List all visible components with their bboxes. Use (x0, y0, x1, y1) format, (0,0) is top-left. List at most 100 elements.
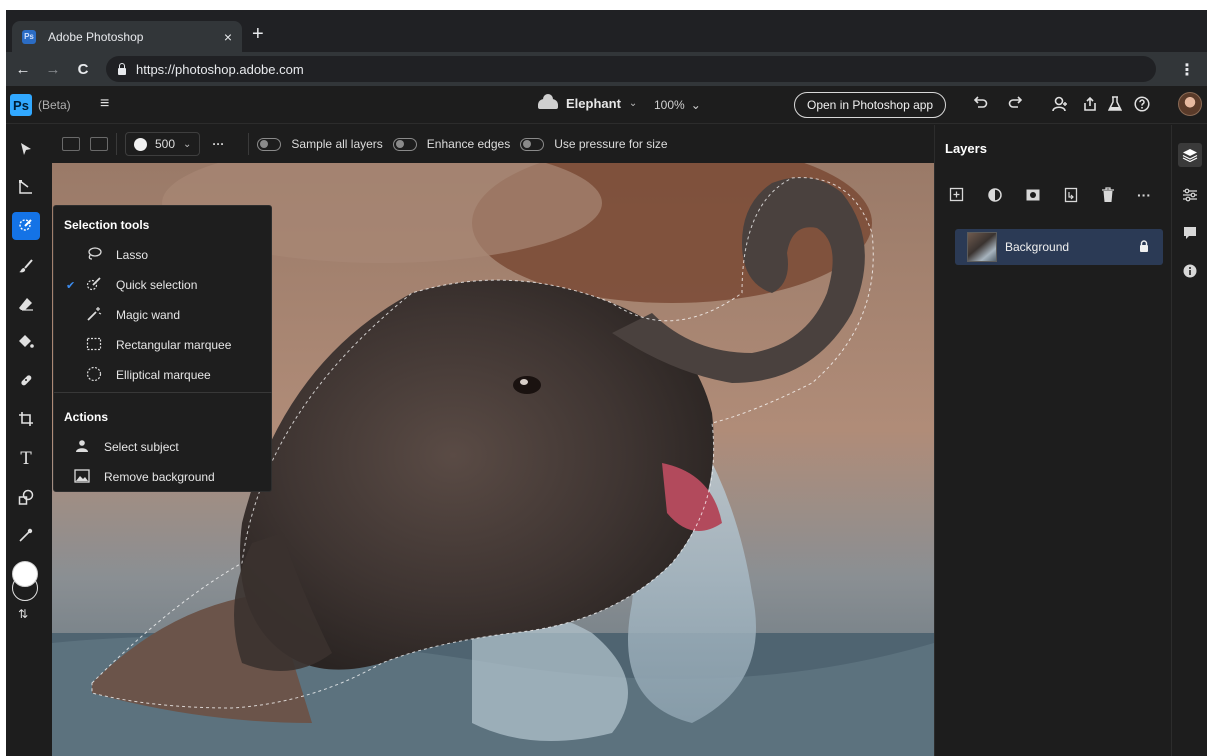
open-in-photoshop-app-button[interactable]: Open in Photoshop app (794, 92, 947, 118)
menu-item-select-subject[interactable]: Select subject (54, 434, 272, 460)
zoom-level: 100% (654, 98, 685, 112)
selection-mode-subtract-icon[interactable] (90, 137, 108, 151)
new-tab-button[interactable]: + (252, 24, 264, 44)
chevron-down-icon: ⌄ (183, 138, 192, 150)
eraser-tool-icon[interactable] (12, 290, 40, 318)
brush-size-dropdown[interactable]: 500 ⌄ (125, 132, 201, 156)
eyedropper-tool-icon[interactable] (12, 521, 40, 549)
menu-item-quick-selection[interactable]: ✔ Quick selection (54, 272, 272, 298)
delete-icon[interactable] (1101, 187, 1115, 206)
app-header: Ps (Beta) ≡ Elephant ⌄ 100% ⌄ Open in Ph… (6, 86, 1207, 124)
browser-tab-strip: Ps Adobe Photoshop × + (6, 10, 1207, 52)
healing-tool-icon[interactable] (12, 366, 40, 394)
rectangular-marquee-icon (86, 337, 102, 354)
magic-wand-icon (86, 306, 102, 325)
swap-colors-icon[interactable]: ⇅ (18, 607, 28, 621)
beta-badge: (Beta) (38, 98, 71, 112)
move-tool-icon[interactable] (12, 135, 40, 163)
brush-tool-icon[interactable] (12, 252, 40, 280)
selection-tools-heading: Selection tools (64, 218, 150, 232)
tab-title: Adobe Photoshop (48, 29, 144, 44)
forward-button[interactable]: → (40, 61, 66, 78)
foreground-color-swatch[interactable] (12, 561, 38, 587)
url-text: https://photoshop.adobe.com (136, 61, 304, 77)
back-button[interactable]: ← (10, 61, 36, 78)
use-pressure-for-size-toggle[interactable]: Use pressure for size (520, 137, 668, 151)
divider (54, 392, 272, 393)
quick-selection-icon (86, 276, 102, 295)
more-icon[interactable]: ··· (1137, 187, 1151, 206)
avatar[interactable] (1178, 92, 1202, 116)
selection-mode-new-icon[interactable] (62, 137, 80, 151)
photoshop-web-window: Ps Adobe Photoshop × + ← → C https://pho… (6, 10, 1207, 756)
more-options-icon[interactable]: ··· (212, 137, 224, 151)
menu-item-label: Quick selection (116, 278, 198, 292)
photoshop-logo: Ps (10, 94, 32, 116)
document-switcher[interactable]: Elephant ⌄ (538, 93, 637, 111)
undo-icon[interactable] (972, 96, 988, 114)
toggle-switch[interactable] (257, 137, 282, 151)
crop-tool-icon[interactable] (12, 405, 40, 433)
type-tool-icon[interactable]: T (12, 445, 40, 473)
browser-tab[interactable]: Ps Adobe Photoshop × (12, 21, 242, 52)
brush-size-icon (134, 137, 147, 151)
menu-item-elliptical-marquee[interactable]: Elliptical marquee (54, 362, 272, 388)
adjustment-icon[interactable] (987, 187, 1003, 206)
lasso-icon (86, 246, 102, 264)
actions-heading: Actions (64, 410, 109, 424)
adjustments-panel-icon[interactable] (1178, 183, 1202, 207)
transform-tool-icon[interactable] (12, 173, 40, 201)
shape-tool-icon[interactable] (12, 483, 40, 511)
sample-all-layers-toggle[interactable]: Sample all layers (257, 137, 383, 151)
reload-button[interactable]: C (70, 61, 96, 78)
document-name: Elephant (566, 96, 621, 111)
mask-icon[interactable] (1025, 187, 1041, 206)
help-icon[interactable] (1134, 96, 1150, 116)
menu-item-rectangular-marquee[interactable]: Rectangular marquee (54, 332, 272, 358)
menu-item-label: Magic wand (116, 308, 181, 322)
main-menu-icon[interactable]: ≡ (100, 95, 109, 113)
toggle-label: Use pressure for size (554, 137, 668, 151)
tab-close-icon[interactable]: × (224, 29, 232, 45)
menu-item-label: Remove background (104, 470, 215, 484)
toggle-switch[interactable] (392, 137, 417, 151)
comments-panel-icon[interactable] (1178, 221, 1202, 245)
menu-item-label: Lasso (116, 248, 149, 262)
menu-item-magic-wand[interactable]: Magic wand (54, 302, 272, 328)
add-layer-icon[interactable] (949, 187, 965, 206)
layer-actions-bar: ··· (949, 187, 1151, 206)
redo-icon[interactable] (1008, 96, 1024, 114)
share-icon[interactable] (1082, 96, 1098, 116)
url-field[interactable]: https://photoshop.adobe.com (106, 56, 1156, 82)
beaker-icon[interactable] (1107, 96, 1123, 116)
layer-thumbnail (967, 232, 997, 262)
enhance-edges-toggle[interactable]: Enhance edges (392, 137, 511, 151)
menu-item-lasso[interactable]: Lasso (54, 242, 272, 268)
menu-item-label: Rectangular marquee (116, 338, 232, 352)
cloud-icon (538, 93, 558, 109)
zoom-dropdown[interactable]: 100% ⌄ (654, 98, 701, 112)
paint-bucket-tool-icon[interactable] (12, 328, 40, 356)
divider (248, 133, 250, 155)
layers-panel-icon[interactable] (1178, 143, 1202, 167)
toggle-switch[interactable] (520, 137, 545, 151)
elliptical-marquee-icon (86, 366, 102, 385)
lock-icon (118, 62, 126, 75)
browser-menu-icon[interactable]: ⋮ (1179, 60, 1195, 80)
lock-icon[interactable] (1139, 239, 1149, 255)
info-panel-icon[interactable] (1178, 259, 1202, 283)
toggle-label: Enhance edges (426, 137, 511, 151)
selection-tools-flyout: Selection tools Lasso ✔ Quick selection … (53, 205, 272, 492)
menu-item-remove-background[interactable]: Remove background (54, 464, 272, 490)
layers-panel-title: Layers (945, 141, 987, 156)
photoshop-favicon-icon: Ps (22, 29, 36, 44)
layer-name: Background (1005, 240, 1070, 254)
chevron-down-icon: ⌄ (690, 98, 701, 112)
invite-icon[interactable] (1052, 96, 1068, 116)
browser-address-bar: ← → C https://photoshop.adobe.com ⋮ (6, 52, 1207, 86)
clip-icon[interactable] (1063, 187, 1079, 206)
toggle-label: Sample all layers (291, 137, 383, 151)
remove-background-icon (74, 468, 90, 486)
layer-row-background[interactable]: Background (955, 229, 1163, 265)
quick-selection-tool-icon[interactable] (12, 212, 40, 240)
